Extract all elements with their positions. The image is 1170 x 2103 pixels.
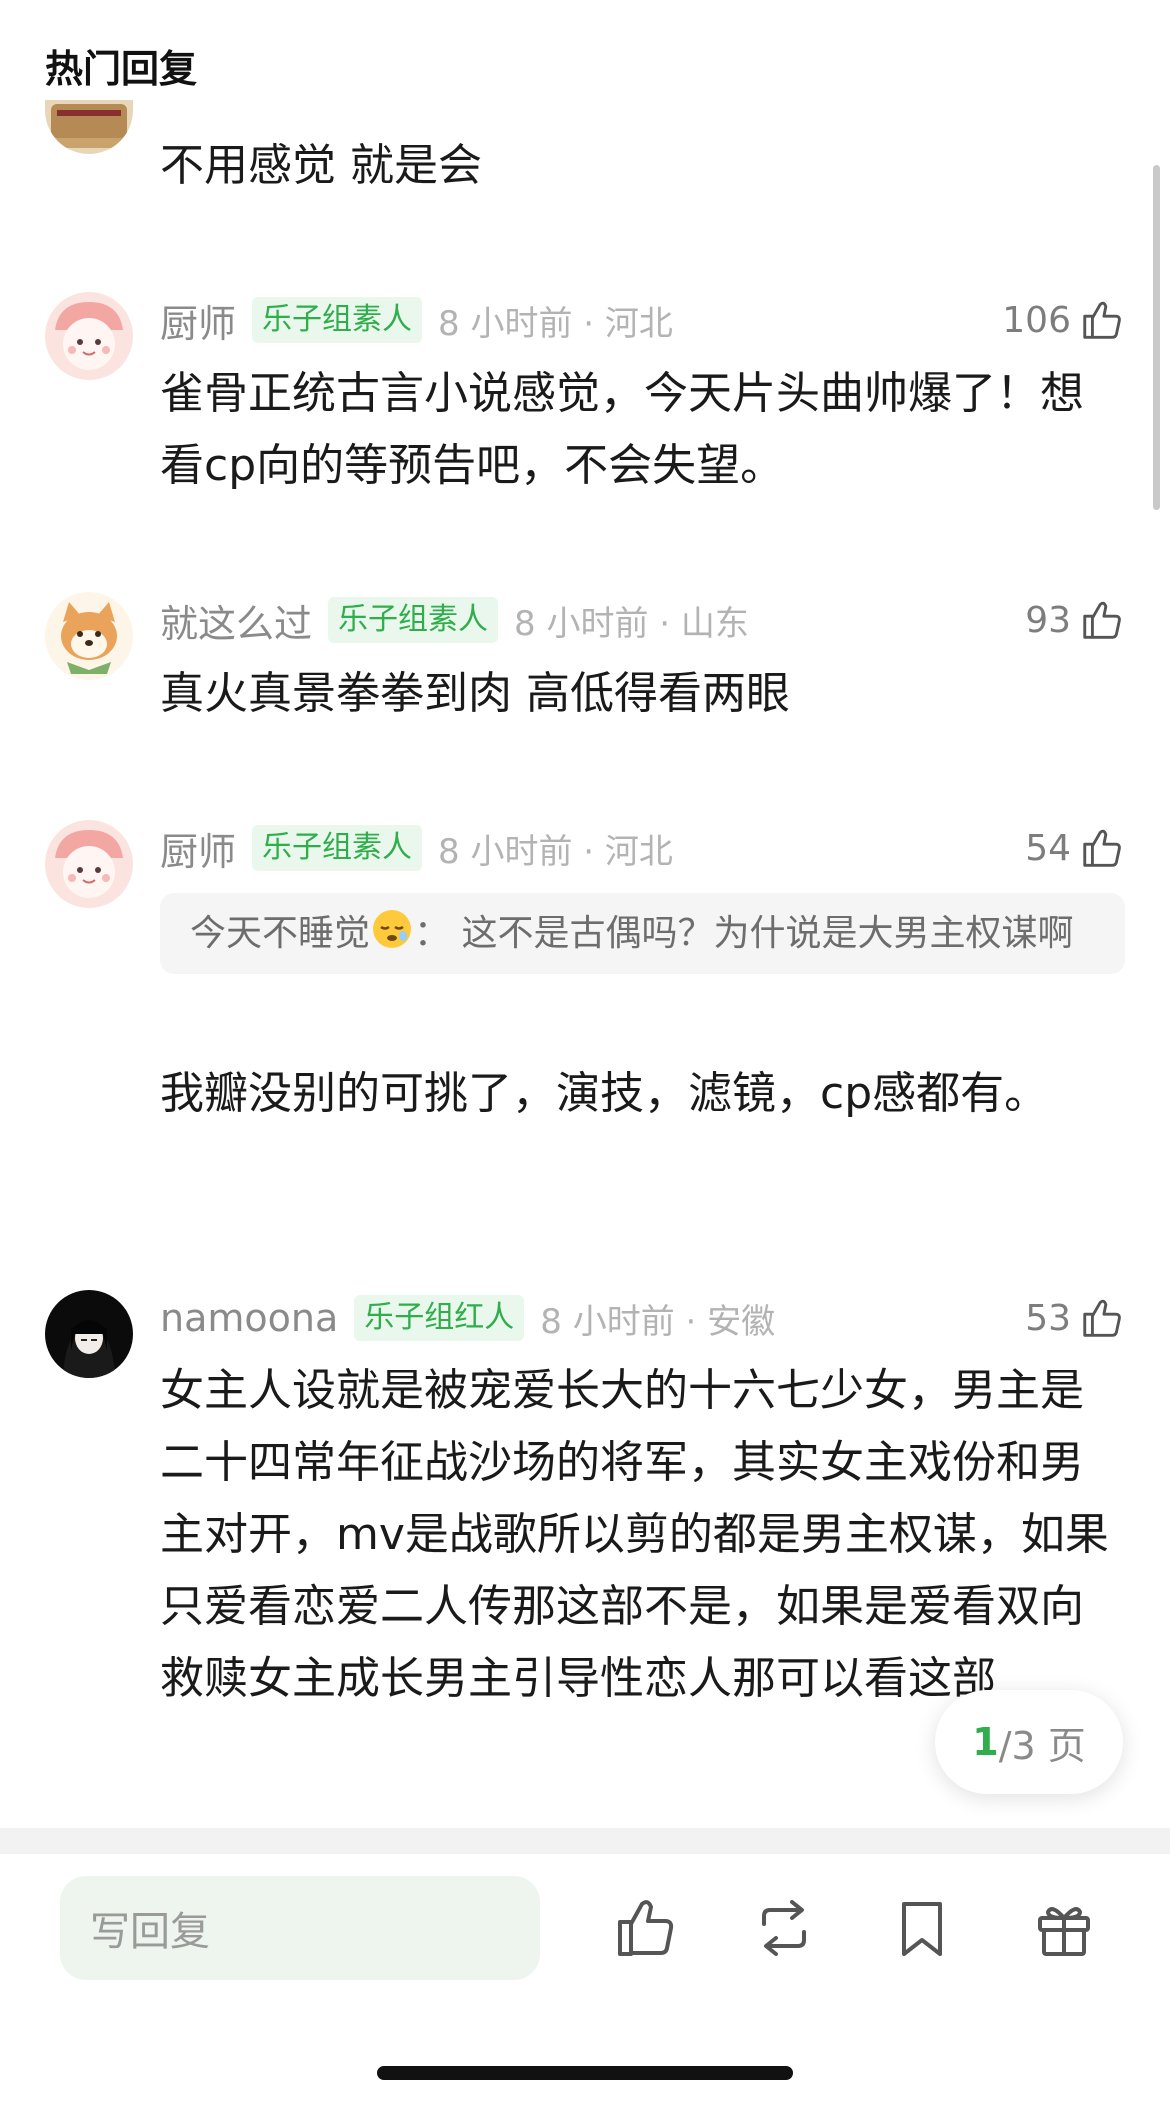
like-control[interactable]: 54 bbox=[1025, 823, 1125, 873]
comment-meta: 厨师 乐子组素人 8 小时前 · 河北 bbox=[160, 821, 673, 876]
comment-text: 雀骨正统古言小说感觉，今天片头曲帅爆了！想看cp向的等预告吧，不会失望。 bbox=[160, 368, 1084, 491]
page-indicator[interactable]: 1/3 页 bbox=[935, 1690, 1123, 1794]
username[interactable]: 厨师 bbox=[160, 293, 236, 348]
page-total: /3 页 bbox=[998, 1723, 1086, 1768]
thumbs-up-icon[interactable] bbox=[1079, 825, 1125, 871]
thumbs-up-icon[interactable] bbox=[1079, 597, 1125, 643]
page-current: 1 bbox=[972, 1720, 999, 1764]
thumbs-up-icon[interactable] bbox=[1079, 297, 1125, 343]
timestamp-location: 8 小时前 · 河北 bbox=[438, 303, 673, 344]
like-control[interactable]: 93 bbox=[1025, 595, 1125, 645]
timestamp-location: 8 小时前 · 河北 bbox=[438, 831, 673, 872]
comment-text: 真火真景拳拳到肉 高低得看两眼 bbox=[160, 668, 790, 719]
username[interactable]: namoona bbox=[160, 1296, 338, 1340]
repost-icon[interactable] bbox=[750, 1894, 818, 1962]
like-control[interactable]: 53 bbox=[1025, 1293, 1125, 1343]
like-count: 53 bbox=[1025, 1297, 1071, 1339]
like-control[interactable]: 106 bbox=[1002, 295, 1125, 345]
gift-icon[interactable] bbox=[1030, 1894, 1098, 1962]
quoted-reply[interactable]: 今天不睡觉 ： 这不是古偶吗？为什说是大男主权谋啊 bbox=[160, 893, 1125, 974]
username[interactable]: 就这么过 bbox=[160, 593, 312, 648]
divider bbox=[0, 1828, 1170, 1854]
like-count: 93 bbox=[1025, 599, 1071, 641]
comment-text: 不用感觉 就是会 bbox=[160, 140, 482, 191]
avatar[interactable] bbox=[45, 100, 133, 154]
username[interactable]: 厨师 bbox=[160, 821, 236, 876]
comments-page: 热门回复 不用感觉 就是会 厨师 乐子组素人 8 小时前 · 河北 106 雀骨… bbox=[0, 0, 1170, 2103]
comment-text: 我瓣没别的可挑了，演技，滤镜，cp感都有。 bbox=[160, 1068, 1049, 1119]
sleepy-emoji-icon bbox=[373, 910, 412, 948]
timestamp-location: 8 小时前 · 山东 bbox=[514, 603, 749, 644]
avatar[interactable] bbox=[45, 592, 133, 680]
timestamp-location: 8 小时前 · 安徽 bbox=[540, 1301, 776, 1342]
thumbs-up-icon[interactable] bbox=[1079, 1295, 1125, 1341]
scrollbar[interactable] bbox=[1153, 165, 1160, 510]
avatar[interactable] bbox=[45, 1290, 133, 1378]
like-count: 54 bbox=[1025, 827, 1071, 869]
bookmark-icon[interactable] bbox=[888, 1894, 956, 1962]
comment-meta: namoona 乐子组红人 8 小时前 · 安徽 bbox=[160, 1293, 775, 1343]
like-count: 106 bbox=[1002, 299, 1071, 341]
bottom-action-bar: 写回复 bbox=[0, 1854, 1170, 2103]
like-icon[interactable] bbox=[612, 1894, 680, 1962]
avatar[interactable] bbox=[45, 292, 133, 380]
user-badge: 乐子组素人 bbox=[328, 597, 499, 643]
home-indicator[interactable] bbox=[377, 2066, 793, 2080]
reply-input[interactable]: 写回复 bbox=[60, 1876, 540, 1980]
comment-meta: 厨师 乐子组素人 8 小时前 · 河北 bbox=[160, 293, 673, 348]
comment-meta: 就这么过 乐子组素人 8 小时前 · 山东 bbox=[160, 593, 749, 648]
user-badge: 乐子组素人 bbox=[252, 825, 423, 871]
avatar[interactable] bbox=[45, 820, 133, 908]
comment-text: 女主人设就是被宠爱长大的十六七少女，男主是二十四常年征战沙场的将军，其实女主戏份… bbox=[160, 1365, 1109, 1704]
user-badge: 乐子组红人 bbox=[354, 1295, 525, 1341]
page-title: 热门回复 bbox=[45, 47, 198, 91]
user-badge: 乐子组素人 bbox=[252, 297, 423, 343]
quote-author[interactable]: 今天不睡觉 bbox=[190, 913, 370, 954]
quote-text: ： 这不是古偶吗？为什说是大男主权谋啊 bbox=[414, 913, 1074, 954]
